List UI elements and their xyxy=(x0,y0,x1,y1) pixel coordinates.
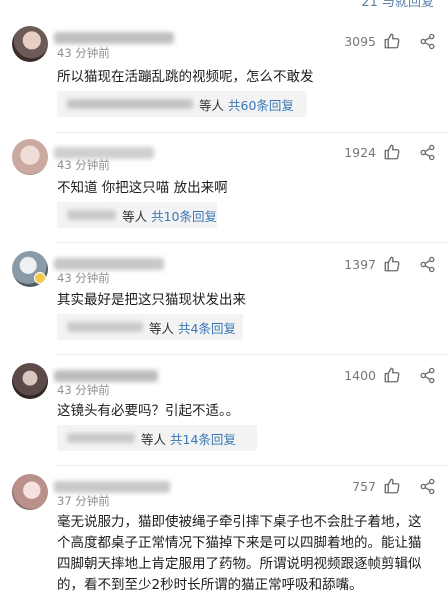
reply-names-blurred xyxy=(67,322,143,332)
comment-actions: 1400 xyxy=(344,364,436,386)
like-count: 1397 xyxy=(344,256,376,272)
divider xyxy=(56,242,448,243)
reply-count-link[interactable]: 共14条回复 xyxy=(170,429,236,448)
comment-actions: 1397 xyxy=(344,253,436,275)
share-icon[interactable] xyxy=(418,32,436,50)
avatar[interactable] xyxy=(12,26,48,62)
thumbs-up-icon[interactable] xyxy=(382,365,402,385)
avatar[interactable] xyxy=(12,139,48,175)
comment-text: 其实最好是把这只猫现状发出来 xyxy=(57,292,246,308)
comment-time: 43 分钟前 xyxy=(57,383,110,397)
comment-time: 37 分钟前 xyxy=(57,494,110,508)
reply-names-blurred xyxy=(67,210,117,220)
comment-time: 43 分钟前 xyxy=(57,271,110,285)
reply-summary[interactable]: 等人 共10条回复 xyxy=(57,202,217,228)
comment-text: 这镜头有必要吗？引起不适。。 xyxy=(57,403,240,419)
username-blurred[interactable] xyxy=(54,258,164,270)
comment-actions: 1924 xyxy=(344,141,436,163)
thumbs-up-icon[interactable] xyxy=(382,254,402,274)
like-count: 1400 xyxy=(344,367,376,383)
share-icon[interactable] xyxy=(418,366,436,384)
reply-suffix: 等人 xyxy=(122,208,148,224)
like-count: 1924 xyxy=(344,144,376,160)
like-count: 3095 xyxy=(344,33,376,49)
comment-text: 所以猫现在活蹦乱跳的视频呢，怎么不敢发 xyxy=(57,69,314,85)
see-replies-link[interactable]: 21 与就回复 xyxy=(361,0,434,10)
divider xyxy=(56,465,448,466)
share-icon[interactable] xyxy=(418,255,436,273)
like-count: 757 xyxy=(352,478,376,494)
avatar[interactable] xyxy=(12,474,48,510)
reply-count-link[interactable]: 共10条回复 xyxy=(151,206,217,225)
username-blurred[interactable] xyxy=(54,32,174,44)
comment-text: 毫无说服力，猫即使被绳子牵引摔下桌子也不会肚子着地，这个高度都桌子正常情况下猫掉… xyxy=(57,514,422,593)
reply-summary[interactable]: 等人 共14条回复 xyxy=(57,425,257,451)
avatar[interactable] xyxy=(12,251,48,287)
username-blurred[interactable] xyxy=(54,370,158,382)
thumbs-up-icon[interactable] xyxy=(382,476,402,496)
reply-count-link[interactable]: 共4条回复 xyxy=(178,318,236,337)
reply-suffix: 等人 xyxy=(141,431,167,447)
divider xyxy=(56,354,448,355)
reply-suffix: 等人 xyxy=(199,97,225,113)
thumbs-up-icon[interactable] xyxy=(382,142,402,162)
share-icon[interactable] xyxy=(418,143,436,161)
comment-time: 43 分钟前 xyxy=(57,158,110,172)
comment-text: 不知道 你把这只喵 放出来啊 xyxy=(57,180,228,196)
share-icon[interactable] xyxy=(418,477,436,495)
avatar[interactable] xyxy=(12,363,48,399)
thumbs-up-icon[interactable] xyxy=(382,31,402,51)
reply-count-link[interactable]: 共60条回复 xyxy=(228,95,294,114)
reply-suffix: 等人 xyxy=(149,320,175,336)
reply-names-blurred xyxy=(67,433,135,443)
comment-time: 43 分钟前 xyxy=(57,46,110,60)
reply-names-blurred xyxy=(67,99,193,109)
reply-summary[interactable]: 等人 共60条回复 xyxy=(57,91,307,117)
divider xyxy=(56,132,448,133)
reply-summary[interactable]: 等人 共4条回复 xyxy=(57,314,243,340)
comment-actions: 757 xyxy=(352,475,436,497)
comment-actions: 3095 xyxy=(344,30,436,52)
username-blurred[interactable] xyxy=(54,481,170,493)
